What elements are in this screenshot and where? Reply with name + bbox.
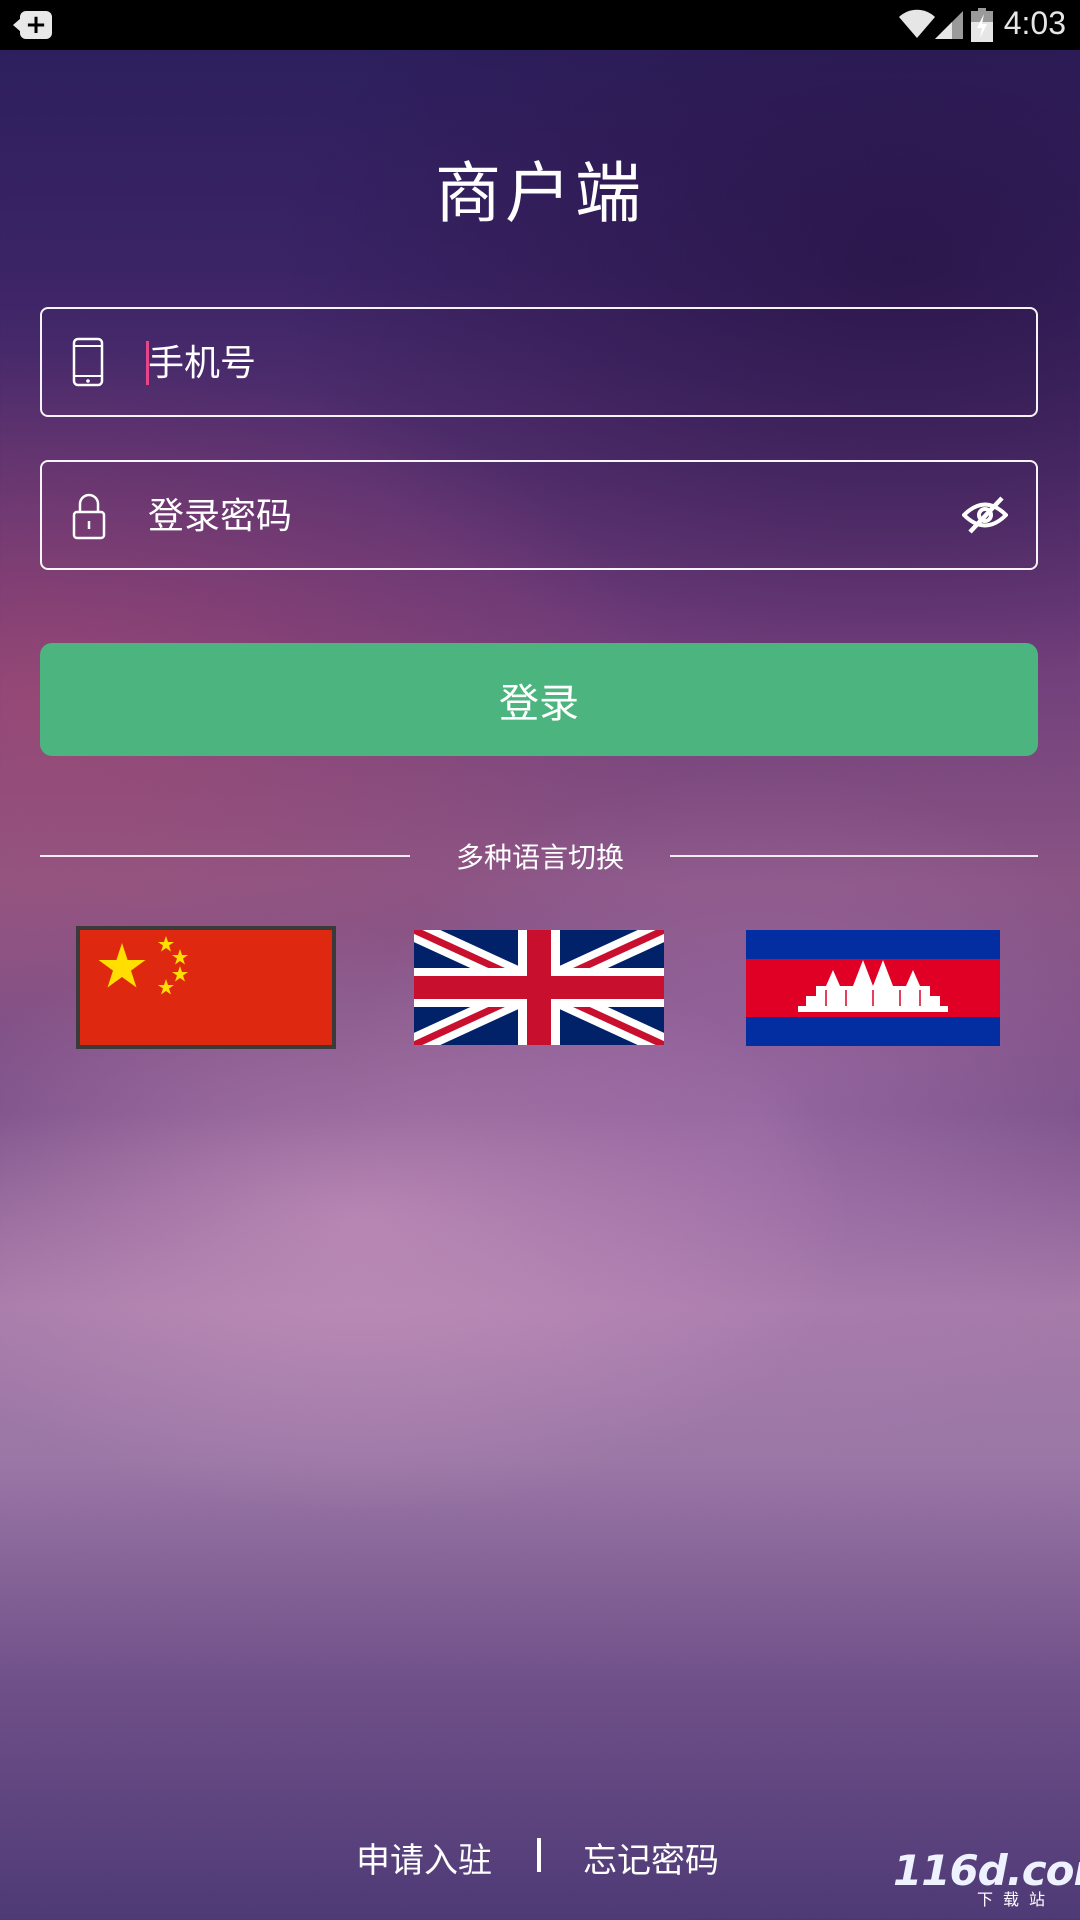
password-field[interactable] — [40, 460, 1038, 570]
phone-icon — [72, 337, 104, 387]
password-input[interactable] — [146, 462, 910, 570]
signal-icon — [935, 11, 963, 39]
status-time: 4:03 — [1003, 5, 1066, 41]
status-bar: + 4:03 — [0, 0, 1080, 50]
eye-off-icon[interactable] — [962, 494, 1008, 536]
battery-icon — [971, 8, 993, 42]
lock-icon — [72, 493, 106, 540]
login-button[interactable]: 登录 — [40, 643, 1038, 756]
phone-input[interactable] — [146, 309, 910, 417]
language-switch-label: 多种语言切换 — [455, 841, 624, 874]
china-flag[interactable] — [76, 926, 336, 1049]
uk-flag[interactable] — [414, 930, 664, 1045]
footer-separator — [537, 1838, 541, 1872]
phone-field[interactable] — [40, 307, 1038, 417]
wifi-icon — [899, 9, 935, 38]
cambodia-flag[interactable] — [746, 930, 1000, 1046]
divider-right — [670, 855, 1038, 857]
notification-add-icon: + — [13, 11, 52, 39]
watermark-logo: 116d.com 下载站 — [893, 1846, 1080, 1909]
watermark-subtext: 下载站 — [977, 1890, 1056, 1909]
apply-entry-link[interactable]: 申请入驻 — [356, 1833, 492, 1882]
divider-left — [40, 855, 410, 857]
forgot-password-link[interactable]: 忘记密码 — [583, 1833, 719, 1882]
page-title: 商户端 — [435, 155, 645, 232]
